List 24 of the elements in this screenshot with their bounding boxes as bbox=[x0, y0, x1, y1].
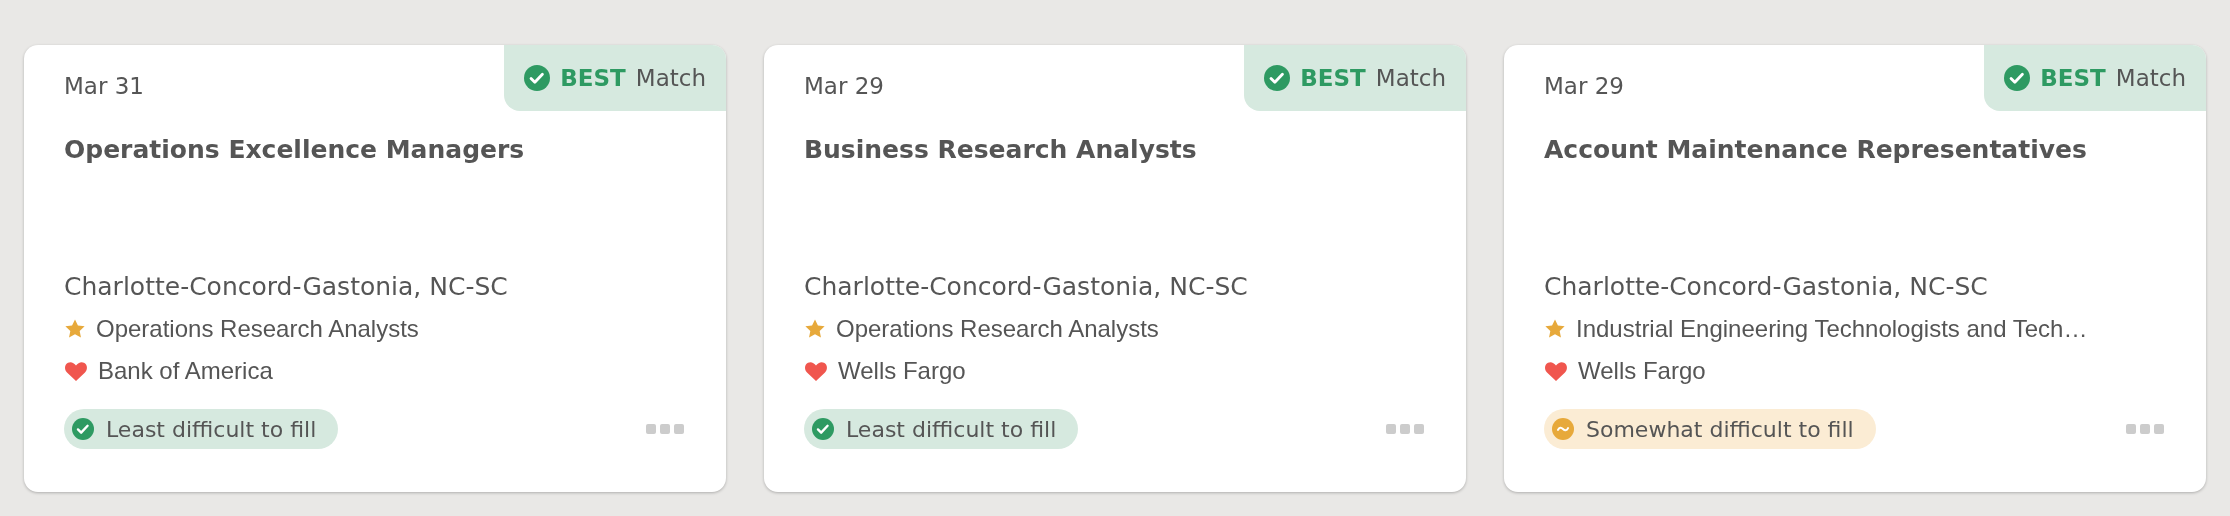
occupation-text: Industrial Engineering Technologists and Tech… bbox=[1576, 315, 2088, 343]
difficulty-tag: Least difficult to fill bbox=[804, 409, 1079, 449]
match-level: BEST bbox=[560, 65, 626, 91]
employer-text: Wells Fargo bbox=[1578, 357, 1706, 385]
employer-text: Bank of America bbox=[98, 357, 273, 385]
difficulty-tag: Somewhat difficult to fill bbox=[1544, 409, 1876, 449]
job-title[interactable]: Operations Excellence Managers bbox=[64, 135, 525, 164]
difficulty-tag: Least difficult to fill bbox=[64, 409, 339, 449]
match-label: Match bbox=[1375, 65, 1446, 91]
match-label: Match bbox=[2115, 65, 2186, 91]
posted-date: Mar 29 bbox=[1544, 73, 1624, 99]
match-label: Match bbox=[635, 65, 706, 91]
job-title[interactable]: Account Maintenance Representatives bbox=[1544, 135, 2087, 164]
posted-date: Mar 29 bbox=[804, 73, 884, 99]
job-title[interactable]: Business Research Analysts bbox=[804, 135, 1197, 164]
match-level: BEST bbox=[1300, 65, 1366, 91]
match-level: BEST bbox=[2040, 65, 2106, 91]
job-location: Charlotte-Concord-Gastonia, NC-SC bbox=[64, 272, 508, 301]
occupation-text: Operations Research Analysts bbox=[836, 315, 1159, 343]
occupation-text: Operations Research Analysts bbox=[96, 315, 419, 343]
job-location: Charlotte-Concord-Gastonia, NC-SC bbox=[1544, 272, 1988, 301]
posted-date: Mar 31 bbox=[64, 73, 144, 99]
job-location: Charlotte-Concord-Gastonia, NC-SC bbox=[804, 272, 1248, 301]
employer-text: Wells Fargo bbox=[838, 357, 966, 385]
